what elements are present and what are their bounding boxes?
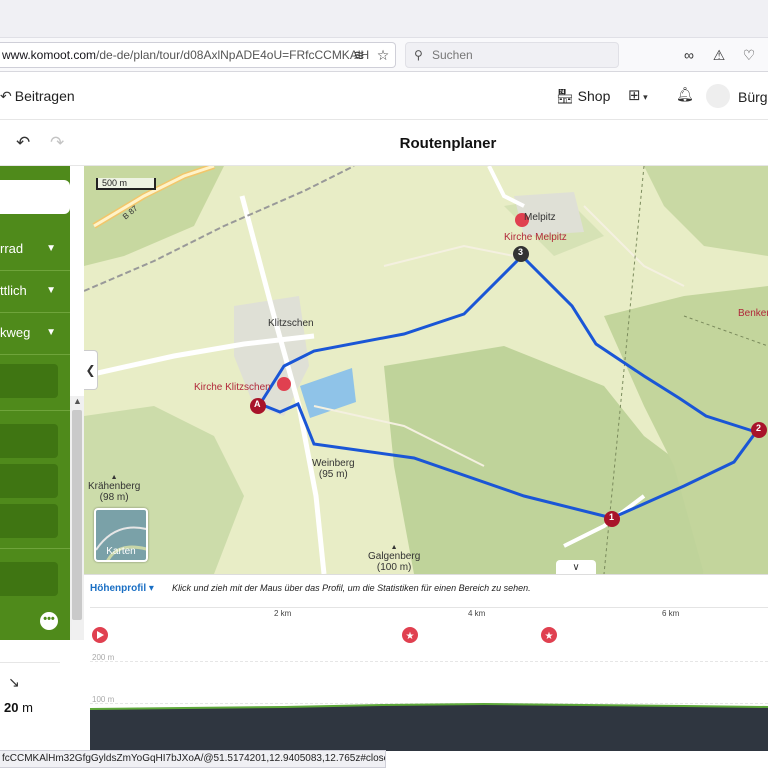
svg-text:★: ★ xyxy=(406,631,415,642)
route-stats: ↘ 20 m xyxy=(0,640,84,750)
peak-height: (98 m) xyxy=(99,492,129,503)
poi-label-kirche-klitzschen: Kirche Klitzschen xyxy=(194,382,271,393)
peak-height: (95 m) xyxy=(318,469,348,480)
map-layer-label: Karten xyxy=(106,546,136,557)
surface-type-select[interactable]: kweg ▼ xyxy=(0,318,62,348)
descent-value: 20 m xyxy=(4,700,33,715)
peak-triangle-icon: ▲ xyxy=(390,544,398,551)
plus-square-icon: ⊞ xyxy=(628,87,641,104)
divider xyxy=(0,410,70,411)
site-header: ↶ Beitragen 🏪︎ Shop ⊞ ▾ 🔔︎ Bürg xyxy=(0,72,768,120)
chevron-down-icon: ▾ xyxy=(640,92,648,102)
waypoint-start-field[interactable] xyxy=(0,364,58,398)
shop-link[interactable]: 🏪︎ Shop xyxy=(556,88,610,105)
peak-name: Weinberg xyxy=(312,458,355,469)
peak-label-kraehenberg: ▲ Krähenberg (98 m) xyxy=(88,474,140,503)
toggle-profile-button[interactable]: ∨ xyxy=(556,560,596,574)
planner-toolbar: ↶ ↷ Routenplaner xyxy=(0,121,768,166)
surface-type-label: kweg xyxy=(0,325,31,340)
map-scale-bar: 500 m xyxy=(96,178,156,190)
waypoint-field[interactable] xyxy=(0,424,58,458)
fitness-level-label: ttlich xyxy=(0,283,27,298)
peak-label-galgenberg: ▲ Galgenberg (100 m) xyxy=(368,544,420,573)
marker-start-label[interactable]: A xyxy=(254,399,261,409)
divider xyxy=(0,662,60,663)
sport-type-select[interactable]: rrad ▼ xyxy=(0,234,62,264)
waypoint-field[interactable] xyxy=(0,464,58,498)
url-host: www.komoot.com xyxy=(2,48,97,62)
peak-height: (100 m) xyxy=(376,562,412,573)
peak-label-weinberg: Weinberg (95 m) xyxy=(312,458,355,480)
contribute-link[interactable]: ↶ Beitragen xyxy=(0,88,75,105)
browser-window: www.komoot.com/de-de/plan/tour/d08AxlNpA… xyxy=(0,0,768,768)
divider xyxy=(0,312,70,313)
search-icon: ⚲ xyxy=(414,48,423,62)
extension-icon[interactable]: ⚠ xyxy=(710,46,728,64)
route-markers xyxy=(250,213,767,527)
highlight-pin-icon: ★ xyxy=(402,627,418,643)
place-label-klitzschen: Klitzschen xyxy=(268,318,314,329)
profile-graphic: ★ ★ xyxy=(89,627,768,751)
map-layer-button[interactable]: Karten xyxy=(94,508,148,562)
divider xyxy=(0,354,70,355)
chevron-left-icon: ❮ xyxy=(85,363,96,377)
page-title: Routenplaner xyxy=(399,135,497,152)
peak-name: Galgenberg xyxy=(368,551,421,562)
chevron-down-icon: ▼ xyxy=(46,285,56,296)
peak-triangle-icon: ▲ xyxy=(110,474,118,481)
descent-unit: m xyxy=(22,700,33,715)
user-name[interactable]: Bürg xyxy=(738,89,768,105)
contribute-label: Beitragen xyxy=(14,88,75,104)
sport-type-label: rrad xyxy=(0,241,24,256)
shop-label: Shop xyxy=(577,88,611,104)
place-label-benken: Benken xyxy=(738,308,768,319)
scroll-up-icon[interactable]: ▲ xyxy=(73,396,82,406)
waypoint-field[interactable] xyxy=(0,504,58,538)
pocket-icon[interactable]: ♡ xyxy=(740,46,758,64)
descent-number: 20 xyxy=(4,700,19,715)
sidebar-panel: rrad ▼ ttlich ▼ kweg ▼ ••• xyxy=(0,166,70,640)
tracking-protection-icon[interactable]: ≋ xyxy=(350,46,368,64)
highlight-pin-icon: ★ xyxy=(541,627,557,643)
scrollbar-thumb[interactable] xyxy=(72,410,82,620)
start-pin-icon xyxy=(92,627,108,643)
planner-sidebar: rrad ▼ ttlich ▼ kweg ▼ ••• ▲ xyxy=(0,166,84,640)
bookmark-star-icon[interactable]: ☆ xyxy=(374,46,392,64)
church-pin xyxy=(277,377,291,391)
elevation-profile[interactable]: Höhenprofil ▾ Klick und zieh mit der Mau… xyxy=(84,574,768,751)
avatar[interactable] xyxy=(706,84,730,108)
marker-1-label[interactable]: 1 xyxy=(609,512,614,522)
place-label-melpitz: Melpitz xyxy=(524,212,556,223)
shop-icon: 🏪︎ xyxy=(556,88,574,104)
profile-area xyxy=(90,704,768,751)
chevron-down-icon: ▼ xyxy=(46,327,56,338)
marker-3-label[interactable]: 3 xyxy=(518,247,523,257)
browser-tab-strip xyxy=(0,0,768,38)
peak-name: Krähenberg xyxy=(88,481,141,492)
create-menu-button[interactable]: ⊞ ▾ xyxy=(628,86,658,106)
search-placeholder: Suchen xyxy=(432,48,473,62)
divider xyxy=(0,270,70,271)
notifications-bell-icon[interactable]: 🔔︎ xyxy=(676,86,694,103)
url-path: /de-de/plan/tour/d08AxlNpADE4oU=FRfcCCMK… xyxy=(96,48,370,62)
fitness-level-select[interactable]: ttlich ▼ xyxy=(0,276,62,306)
svg-text:★: ★ xyxy=(545,631,554,642)
collapse-sidebar-button[interactable]: ❮ xyxy=(84,350,98,390)
poi-label-kirche-melpitz: Kirche Melpitz xyxy=(504,232,567,243)
browser-search-input[interactable]: ⚲ Suchen xyxy=(405,42,619,68)
chevron-down-icon: ∨ xyxy=(572,562,580,573)
divider xyxy=(0,548,70,549)
descent-arrow-icon: ↘ xyxy=(8,674,20,690)
sidebar-scrollbar[interactable]: ▲ xyxy=(70,396,84,640)
marker-2-label[interactable]: 2 xyxy=(756,423,761,433)
route-search-input[interactable] xyxy=(0,180,70,214)
address-bar[interactable]: www.komoot.com/de-de/plan/tour/d08AxlNpA… xyxy=(0,42,396,68)
map-canvas[interactable]: A 1 2 3 B 87 Melpitz Kirche Melpitz Klit… xyxy=(84,166,768,574)
chevron-down-icon: ▼ xyxy=(46,243,56,254)
waypoint-end-field[interactable] xyxy=(0,562,58,596)
more-options-icon[interactable]: ••• xyxy=(40,612,58,630)
browser-status-bar: fcCCMKAlHm32GfgGyldsZmYoGqHI7bJXoA/@51.5… xyxy=(0,750,386,768)
private-mask-icon[interactable]: ∞ xyxy=(680,46,698,64)
pencil-icon: ↶ xyxy=(0,88,12,104)
